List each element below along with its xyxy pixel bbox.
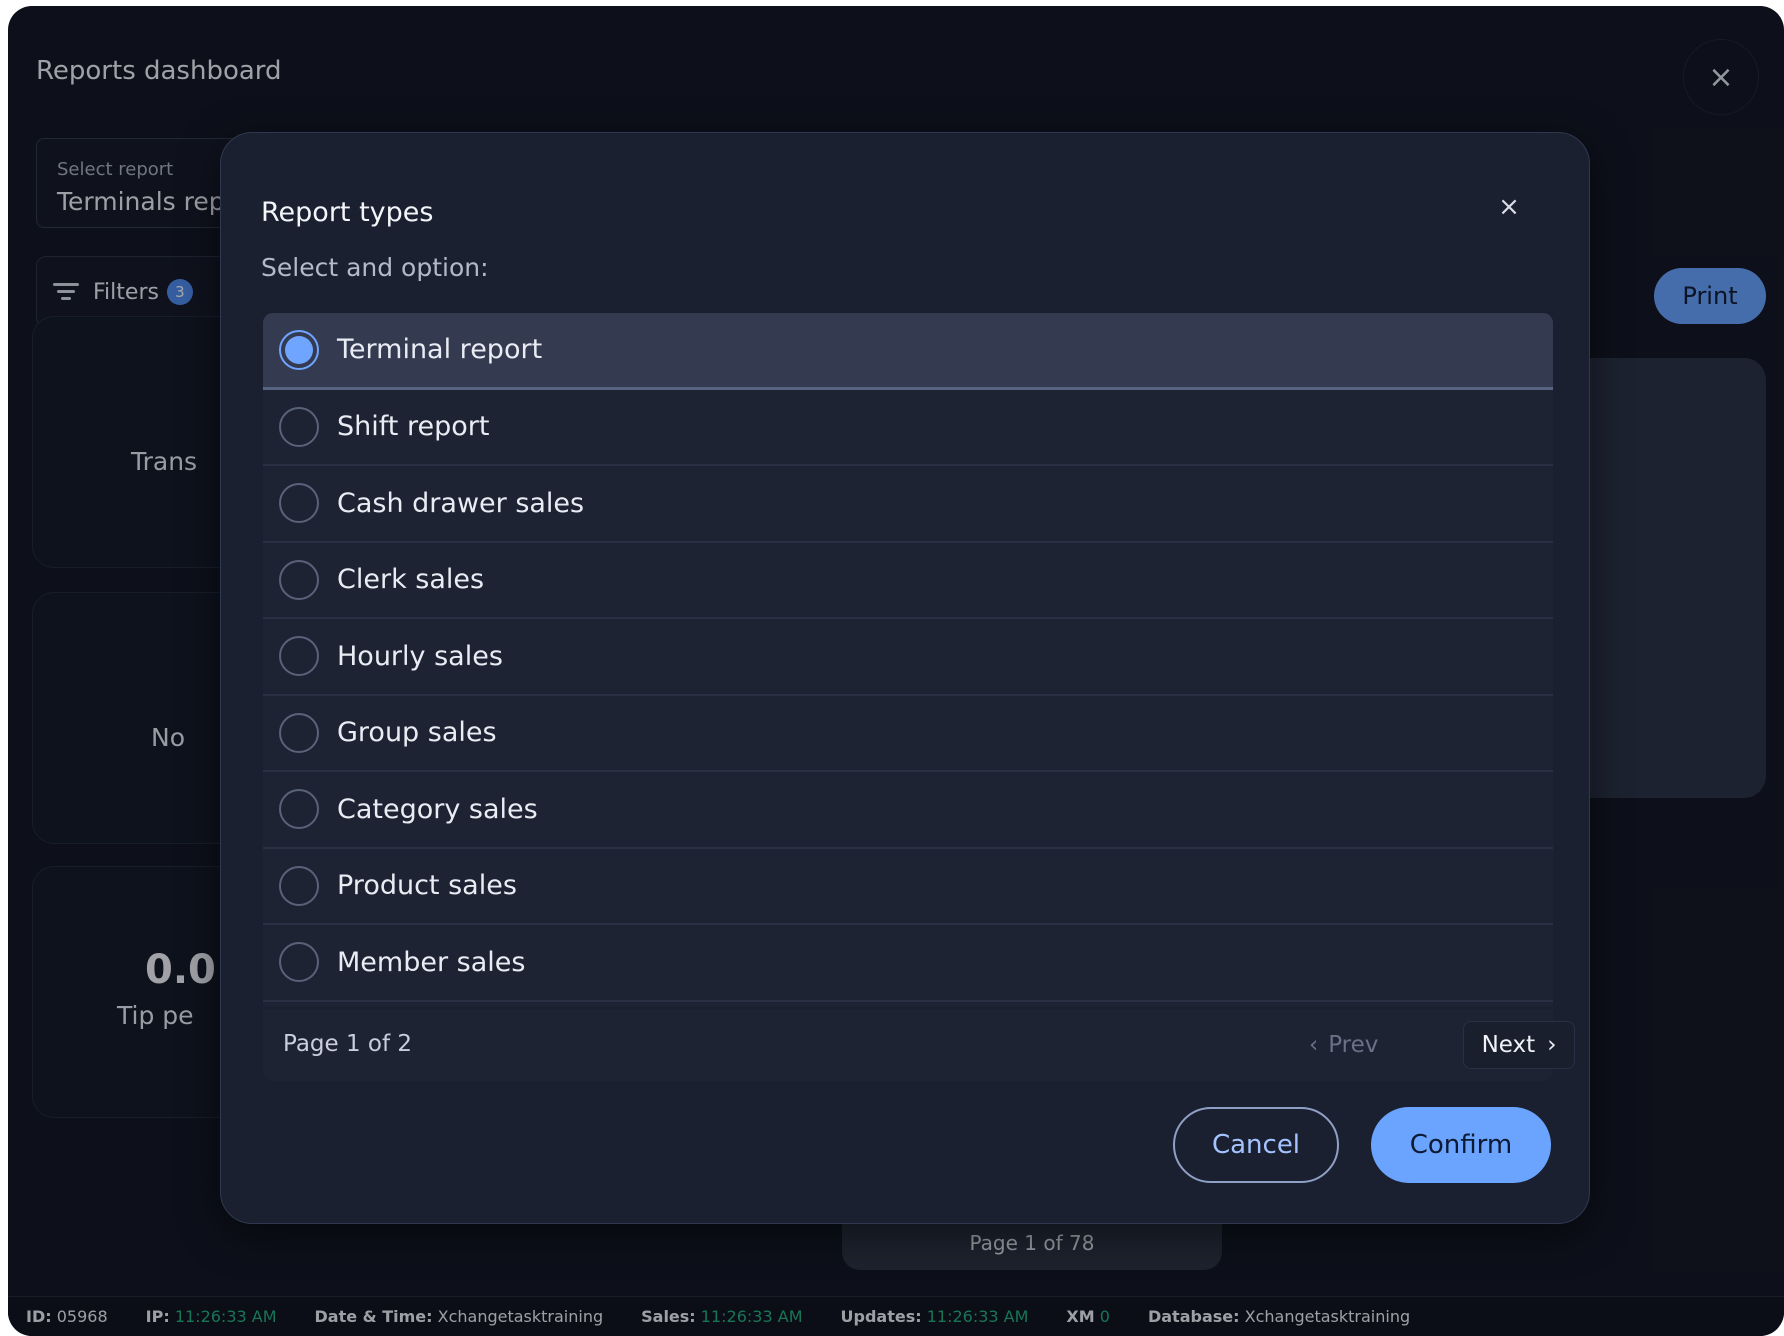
prev-label: Prev — [1328, 1032, 1379, 1058]
next-page-button[interactable]: Next › — [1463, 1021, 1575, 1069]
radio-icon[interactable] — [279, 636, 319, 677]
chevron-right-icon: › — [1547, 1032, 1557, 1058]
option-shift-report[interactable]: Shift report — [263, 390, 1553, 466]
option-label: Clerk sales — [337, 564, 485, 596]
dialog-title: Report types — [261, 197, 434, 228]
dialog-close-button[interactable]: × — [1489, 187, 1529, 227]
report-type-options: Terminal report Shift report Cash drawer… — [263, 313, 1553, 1007]
radio-icon[interactable] — [279, 559, 319, 600]
option-cash-drawer-sales[interactable]: Cash drawer sales — [263, 466, 1553, 543]
option-label: Hourly sales — [337, 640, 503, 672]
option-label: Product sales — [337, 870, 517, 902]
options-pagination: Page 1 of 2 ‹ Prev Next › — [263, 1009, 1575, 1081]
radio-icon[interactable] — [279, 406, 319, 447]
radio-icon[interactable] — [279, 865, 319, 906]
option-terminal-report[interactable]: Terminal report — [263, 313, 1553, 390]
option-label: Category sales — [337, 793, 538, 825]
prev-page-button[interactable]: ‹ Prev — [1309, 1025, 1378, 1065]
report-types-dialog: Report types × Select and option: Termin… — [220, 132, 1590, 1224]
next-label: Next — [1481, 1032, 1536, 1058]
option-category-sales[interactable]: Category sales — [263, 772, 1553, 849]
radio-icon[interactable] — [279, 789, 319, 830]
option-member-sales[interactable]: Member sales — [263, 925, 1553, 1002]
cancel-button[interactable]: Cancel — [1173, 1107, 1339, 1183]
radio-icon[interactable] — [279, 712, 319, 753]
option-product-sales[interactable]: Product sales — [263, 849, 1553, 925]
close-icon: × — [1498, 192, 1520, 222]
option-clerk-sales[interactable]: Clerk sales — [263, 543, 1553, 619]
option-label: Member sales — [337, 946, 526, 978]
option-label: Shift report — [337, 411, 490, 443]
pagination-text: Page 1 of 2 — [283, 1031, 413, 1057]
reports-dashboard-window: Reports dashboard × Select report Termin… — [8, 6, 1784, 1336]
option-label: Group sales — [337, 717, 497, 749]
dialog-subtitle: Select and option: — [261, 253, 489, 282]
option-label: Cash drawer sales — [337, 487, 585, 519]
confirm-button[interactable]: Confirm — [1371, 1107, 1551, 1183]
option-group-sales[interactable]: Group sales — [263, 696, 1553, 772]
radio-icon[interactable] — [279, 942, 319, 983]
chevron-left-icon: ‹ — [1309, 1032, 1319, 1058]
radio-icon[interactable] — [279, 483, 319, 524]
radio-selected-icon[interactable] — [279, 329, 319, 370]
option-label: Terminal report — [337, 334, 543, 366]
option-hourly-sales[interactable]: Hourly sales — [263, 619, 1553, 696]
